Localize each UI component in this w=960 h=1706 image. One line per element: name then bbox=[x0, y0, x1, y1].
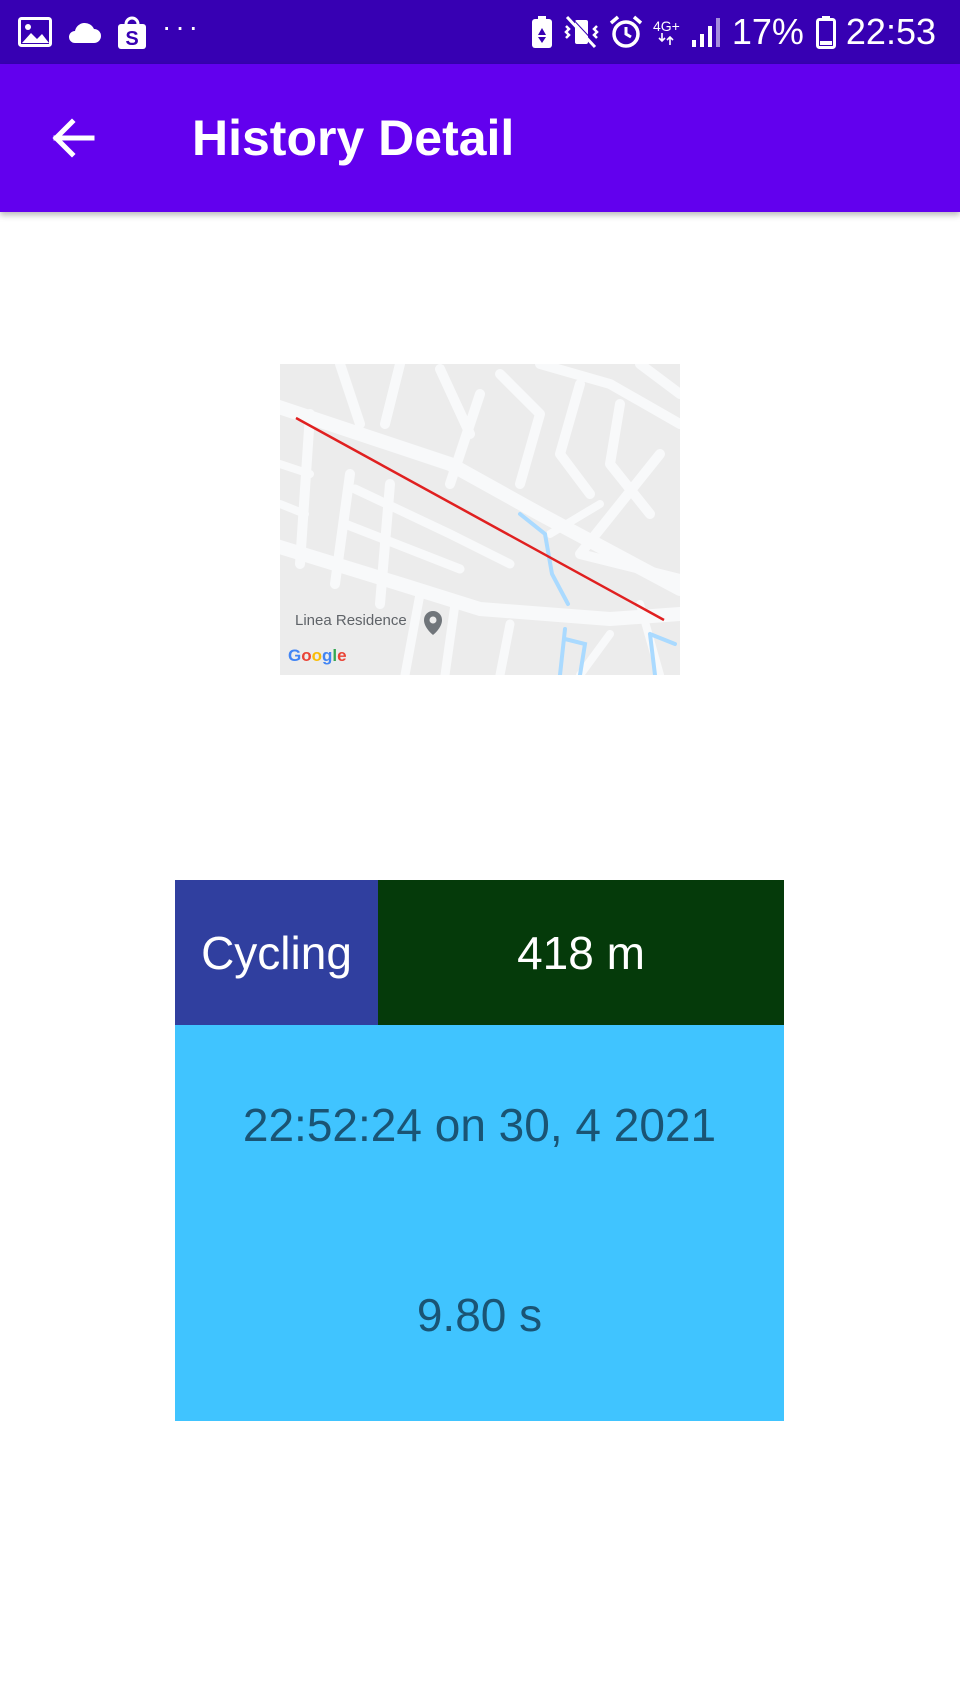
status-bar: S ··· 4G+ 17% 22:53 bbox=[0, 0, 960, 64]
distance-cell: 418 m bbox=[378, 880, 784, 1025]
shopee-bag-icon: S bbox=[116, 14, 148, 50]
signal-strength-icon bbox=[690, 16, 722, 48]
details-cell: 22:52:24 on 30, 4 2021 9.80 s bbox=[175, 1025, 784, 1421]
arrow-back-icon bbox=[52, 118, 95, 158]
battery-percentage: 17% bbox=[731, 11, 804, 52]
battery-icon bbox=[815, 15, 836, 49]
app-bar: History Detail bbox=[0, 64, 960, 212]
page-title: History Detail bbox=[192, 110, 515, 166]
network-type-indicator: 4G+ bbox=[653, 19, 680, 45]
network-type-label: 4G+ bbox=[652, 18, 680, 34]
activity-type-cell: Cycling bbox=[175, 880, 378, 1025]
more-notifications-indicator: ··· bbox=[162, 11, 202, 42]
cloud-icon bbox=[66, 20, 102, 44]
duration-value: 9.80 s bbox=[416, 1289, 543, 1341]
clock-time: 22:53 bbox=[845, 11, 936, 52]
vibrate-mute-icon bbox=[563, 15, 599, 49]
status-bar-right: 4G+ 17% 22:53 bbox=[531, 0, 936, 64]
google-logo: Google bbox=[288, 646, 347, 665]
map-place-label: Linea Residence bbox=[295, 612, 407, 629]
distance-value: 418 m bbox=[517, 926, 645, 979]
alarm-icon bbox=[609, 15, 643, 49]
image-icon bbox=[18, 17, 52, 47]
route-map[interactable]: Linea Residence Google bbox=[280, 364, 680, 675]
battery-saver-icon bbox=[531, 15, 553, 49]
activity-type-label: Cycling bbox=[201, 926, 352, 979]
datetime-value: 22:52:24 on 30, 4 2021 bbox=[242, 1099, 717, 1151]
svg-text:S: S bbox=[125, 28, 138, 50]
history-info-card: Cycling 418 m 22:52:24 on 30, 4 2021 9.8… bbox=[175, 880, 784, 1421]
back-button[interactable] bbox=[44, 110, 100, 166]
status-bar-left: S ··· bbox=[18, 0, 216, 64]
